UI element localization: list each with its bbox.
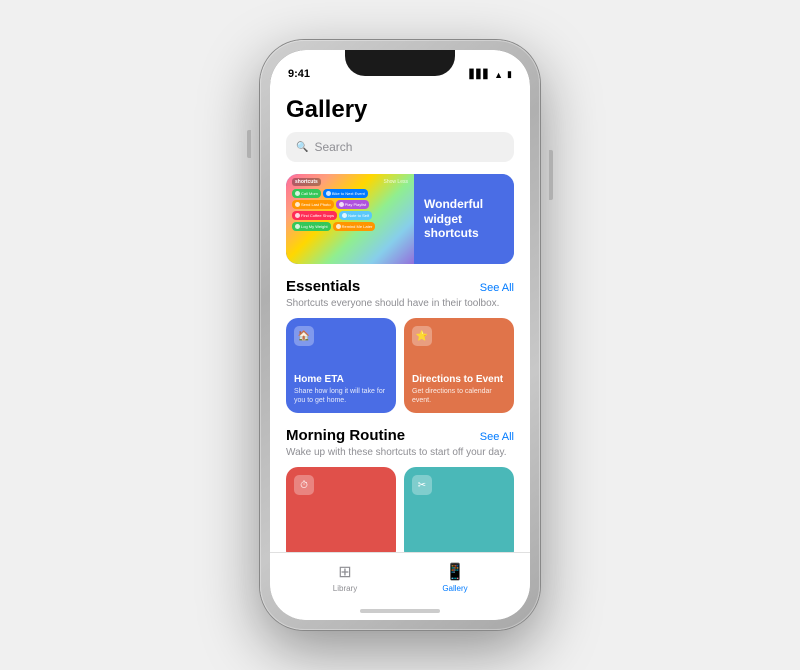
chip-dot <box>339 202 344 207</box>
shortcut-chip: Note to Self <box>339 211 372 220</box>
directions-event-title: Directions to Event <box>412 374 506 385</box>
scroll-area: Gallery 🔍 Search shortcuts Show Less <box>270 84 530 552</box>
shortcut-row-2: Send Last Photo Play Playlist <box>292 200 408 209</box>
chip-dot <box>295 202 300 207</box>
morning-routine-title: Morning Routine <box>286 427 405 444</box>
essentials-desc: Shortcuts everyone should have in their … <box>286 297 514 310</box>
shortcuts-label: shortcuts <box>292 178 321 186</box>
shortcut-row-3: Find Coffee Shops Note to Self <box>292 211 408 220</box>
phone-shell: 9:41 ▋▋▋ ▲ ▮ Gallery 🔍 Search <box>260 40 540 630</box>
featured-left: shortcuts Show Less Call Mom Bike to Nex… <box>286 174 414 264</box>
status-icons: ▋▋▋ ▲ ▮ <box>469 69 512 80</box>
essentials-see-all[interactable]: See All <box>480 282 514 294</box>
home-eta-title: Home ETA <box>294 374 388 385</box>
chip-text: Remind Me Later <box>342 224 373 229</box>
morning-routine-section: Morning Routine See All Wake up with the… <box>286 427 514 552</box>
screen-content: Gallery 🔍 Search shortcuts Show Less <box>270 84 530 620</box>
chip-dot <box>295 213 300 218</box>
tab-bar: ⊞ Library 📱 Gallery <box>270 552 530 602</box>
home-indicator <box>270 602 530 620</box>
gallery-label: Gallery <box>442 584 467 593</box>
chip-text: Bike to Next Event <box>332 191 365 196</box>
morning-routine-cards: ⏱ ✂ <box>286 467 514 552</box>
shortcut-row-1: Call Mom Bike to Next Event <box>292 189 408 198</box>
morning-card-teal-icon: ✂ <box>412 475 432 495</box>
essentials-title: Essentials <box>286 278 360 295</box>
shortcut-chip: Play Playlist <box>336 200 370 209</box>
chip-dot <box>326 191 331 196</box>
notch <box>345 50 455 76</box>
gallery-icon: 📱 <box>445 562 465 582</box>
battery-icon: ▮ <box>507 69 512 80</box>
shortcut-chip: Send Last Photo <box>292 200 334 209</box>
chip-text: Call Mom <box>301 191 318 196</box>
home-eta-card[interactable]: 🏠 Home ETA Share how long it will take f… <box>286 318 396 413</box>
directions-event-content: Directions to Event Get directions to ca… <box>412 370 506 405</box>
shortcut-chip: Find Coffee Shops <box>292 211 337 220</box>
section-header-morning: Morning Routine See All <box>286 427 514 444</box>
shortcut-chip: Call Mom <box>292 189 321 198</box>
status-time: 9:41 <box>288 68 310 80</box>
chip-text: Find Coffee Shops <box>301 213 334 218</box>
section-header-essentials: Essentials See All <box>286 278 514 295</box>
featured-right-title: Wonderful widget shortcuts <box>424 197 504 240</box>
home-bar <box>360 609 440 613</box>
chip-text: Log My Weight <box>301 224 328 229</box>
directions-event-desc: Get directions to calendar event. <box>412 387 506 405</box>
library-label: Library <box>333 584 357 593</box>
morning-routine-see-all[interactable]: See All <box>480 431 514 443</box>
home-eta-desc: Share how long it will take for you to g… <box>294 387 388 405</box>
chip-text: Play Playlist <box>345 202 367 207</box>
chip-text: Note to Self <box>348 213 369 218</box>
directions-event-icon: ⭐ <box>412 326 432 346</box>
chip-text: Send Last Photo <box>301 202 331 207</box>
morning-card-red-icon: ⏱ <box>294 475 314 495</box>
signal-icon: ▋▋▋ <box>469 69 490 80</box>
home-eta-content: Home ETA Share how long it will take for… <box>294 370 388 405</box>
page-title: Gallery <box>286 96 514 124</box>
morning-card-red[interactable]: ⏱ <box>286 467 396 552</box>
essentials-section: Essentials See All Shortcuts everyone sh… <box>286 278 514 413</box>
morning-routine-desc: Wake up with these shortcuts to start of… <box>286 446 514 459</box>
library-icon: ⊞ <box>338 562 351 582</box>
shortcut-row-4: Log My Weight Remind Me Later <box>292 222 408 231</box>
directions-event-card[interactable]: ⭐ Directions to Event Get directions to … <box>404 318 514 413</box>
chip-dot <box>342 213 347 218</box>
search-bar[interactable]: 🔍 Search <box>286 132 514 162</box>
featured-header: shortcuts Show Less <box>292 178 408 186</box>
chip-dot <box>295 224 300 229</box>
phone-screen-bezel: 9:41 ▋▋▋ ▲ ▮ Gallery 🔍 Search <box>270 50 530 620</box>
chip-dot <box>336 224 341 229</box>
featured-banner[interactable]: shortcuts Show Less Call Mom Bike to Nex… <box>286 174 514 264</box>
shortcut-chip: Remind Me Later <box>333 222 376 231</box>
show-less-label: Show Less <box>384 179 408 185</box>
tab-gallery[interactable]: 📱 Gallery <box>400 562 510 593</box>
home-eta-icon: 🏠 <box>294 326 314 346</box>
wifi-icon: ▲ <box>494 70 503 80</box>
shortcut-chip: Log My Weight <box>292 222 331 231</box>
essentials-cards: 🏠 Home ETA Share how long it will take f… <box>286 318 514 413</box>
morning-card-teal[interactable]: ✂ <box>404 467 514 552</box>
search-placeholder: Search <box>314 140 352 154</box>
chip-dot <box>295 191 300 196</box>
shortcut-chip: Bike to Next Event <box>323 189 368 198</box>
featured-right: Wonderful widget shortcuts <box>414 174 514 264</box>
search-icon: 🔍 <box>296 142 308 153</box>
tab-library[interactable]: ⊞ Library <box>290 562 400 593</box>
